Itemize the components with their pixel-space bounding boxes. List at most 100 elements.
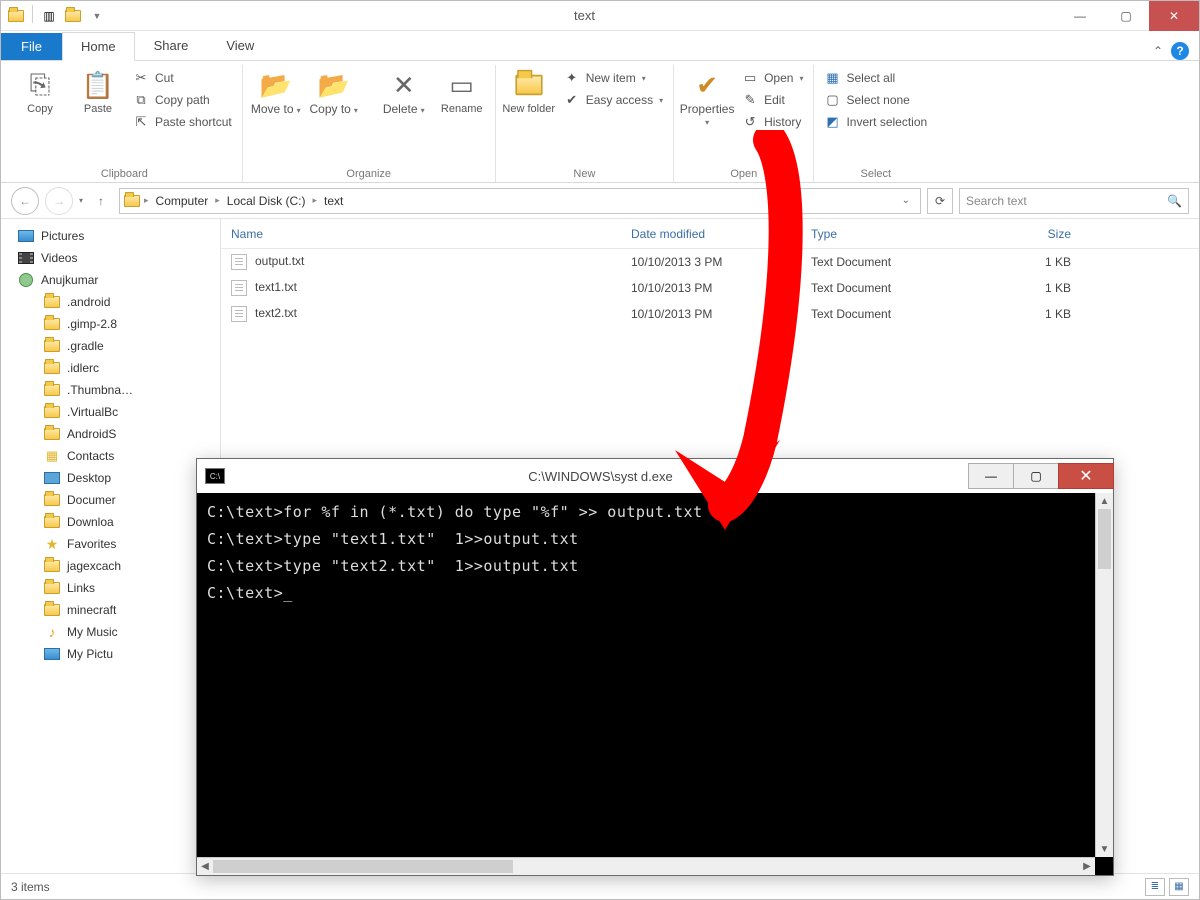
copy-path-icon: ⧉	[133, 92, 149, 108]
sidebar-item[interactable]: My Pictu	[1, 643, 220, 665]
file-row[interactable]: text1.txt10/10/2013 PMText Document1 KB	[221, 275, 1199, 301]
move-to-button[interactable]: 📂Move to ▾	[249, 65, 303, 116]
search-input[interactable]: Search text 🔍	[959, 188, 1189, 214]
scroll-thumb-horizontal[interactable]	[213, 860, 513, 873]
sidebar-item[interactable]: Pictures	[1, 225, 220, 247]
column-headers[interactable]: Name Date modified Type Size	[221, 219, 1199, 249]
scroll-thumb-vertical[interactable]	[1098, 509, 1111, 569]
cmd-titlebar[interactable]: C:\ C:\WINDOWS\syst d.exe — ▢ ✕	[197, 459, 1113, 493]
cmd-window[interactable]: C:\ C:\WINDOWS\syst d.exe — ▢ ✕ C:\text>…	[196, 458, 1114, 876]
folder-icon	[43, 602, 61, 618]
sidebar-item[interactable]: .gradle	[1, 335, 220, 357]
tab-view[interactable]: View	[207, 31, 273, 60]
tab-file[interactable]: File	[1, 33, 62, 60]
file-icon	[231, 254, 247, 270]
sidebar-item[interactable]: .gimp-2.8	[1, 313, 220, 335]
maximize-button[interactable]: ▢	[1103, 1, 1149, 31]
qat-dropdown-icon[interactable]: ▼	[86, 5, 108, 27]
view-icons-button[interactable]: ▦	[1169, 878, 1189, 896]
sidebar-item[interactable]: .idlerc	[1, 357, 220, 379]
breadcrumb[interactable]: Local Disk (C:)	[224, 194, 309, 208]
sidebar-item[interactable]: Videos	[1, 247, 220, 269]
sidebar-item[interactable]: ♪My Music	[1, 621, 220, 643]
sidebar-item[interactable]: Downloa	[1, 511, 220, 533]
scroll-right-icon[interactable]: ▶	[1079, 858, 1095, 875]
scroll-left-icon[interactable]: ◀	[197, 858, 213, 875]
sidebar-item[interactable]: Anujkumar	[1, 269, 220, 291]
qat-properties-icon[interactable]: ▥	[38, 5, 60, 27]
sidebar-item[interactable]: ▦Contacts	[1, 445, 220, 467]
history-dropdown-icon[interactable]: ▾	[79, 196, 83, 205]
cmd-maximize-button[interactable]: ▢	[1013, 463, 1059, 489]
sidebar[interactable]: Pictures VideosAnujkumar.android.gimp-2.8…	[1, 219, 221, 873]
close-button[interactable]: ✕	[1149, 1, 1199, 31]
qat-newfolder-icon[interactable]	[62, 5, 84, 27]
sidebar-item[interactable]: Links	[1, 577, 220, 599]
rename-button[interactable]: ▭Rename	[435, 65, 489, 115]
invert-selection-button[interactable]: ◩Invert selection	[820, 113, 931, 131]
minimize-button[interactable]: —	[1057, 1, 1103, 31]
sidebar-item[interactable]: .Thumbna…	[1, 379, 220, 401]
scroll-up-icon[interactable]: ▲	[1096, 493, 1113, 509]
file-size: 1 KB	[961, 307, 1081, 321]
paste-button[interactable]: 📋 Paste	[71, 65, 125, 115]
history-button[interactable]: ↺History	[738, 113, 807, 131]
delete-button[interactable]: ✕Delete ▾	[377, 65, 431, 116]
status-bar: 3 items ≣ ▦	[1, 873, 1199, 899]
select-all-icon: ▦	[824, 70, 840, 86]
sidebar-item[interactable]: Documer	[1, 489, 220, 511]
forward-button[interactable]: →	[45, 187, 73, 215]
col-type[interactable]: Type	[801, 227, 961, 241]
new-folder-button[interactable]: New folder	[502, 65, 556, 115]
file-row[interactable]: output.txt10/10/2013 3 PMText Document1 …	[221, 249, 1199, 275]
refresh-button[interactable]: ⟳	[927, 188, 953, 214]
help-icon[interactable]: ?	[1171, 42, 1189, 60]
col-date[interactable]: Date modified	[621, 227, 801, 241]
cmd-scrollbar-vertical[interactable]: ▲ ▼	[1095, 493, 1113, 857]
folder-icon	[43, 360, 61, 376]
properties-button[interactable]: ✔Properties ▾	[680, 65, 734, 128]
sidebar-item-label: Downloa	[67, 515, 114, 529]
file-row[interactable]: text2.txt10/10/2013 PMText Document1 KB	[221, 301, 1199, 327]
file-name: text2.txt	[255, 306, 297, 320]
sidebar-item[interactable]: AndroidS	[1, 423, 220, 445]
open-button[interactable]: ▭Open ▾	[738, 69, 807, 87]
sidebar-item[interactable]: minecraft	[1, 599, 220, 621]
minimize-ribbon-icon[interactable]: ⌃	[1153, 44, 1163, 58]
cut-button[interactable]: ✂Cut	[129, 69, 236, 87]
copy-path-button[interactable]: ⧉Copy path	[129, 91, 236, 109]
back-button[interactable]: ←	[11, 187, 39, 215]
edit-button[interactable]: ✎Edit	[738, 91, 807, 109]
cmd-close-button[interactable]: ✕	[1058, 463, 1114, 489]
address-folder-icon	[124, 195, 140, 207]
sidebar-item[interactable]: .android	[1, 291, 220, 313]
cmd-terminal[interactable]: C:\text>for %f in (*.txt) do type "%f" >…	[197, 493, 1113, 875]
new-item-button[interactable]: ✦New item ▾	[560, 69, 667, 87]
paste-shortcut-button[interactable]: ⇱Paste shortcut	[129, 113, 236, 131]
address-bar[interactable]: ▸ Computer▸ Local Disk (C:)▸ text ⌄	[119, 188, 921, 214]
copy-button[interactable]: ⎘ Copy	[13, 65, 67, 115]
cmd-minimize-button[interactable]: —	[968, 463, 1014, 489]
new-folder-icon	[513, 69, 545, 101]
easy-access-button[interactable]: ✔Easy access ▾	[560, 91, 667, 109]
view-details-button[interactable]: ≣	[1145, 878, 1165, 896]
sidebar-item[interactable]: jagexcach	[1, 555, 220, 577]
sidebar-item-label: Pictures	[41, 229, 84, 243]
select-none-button[interactable]: ▢Select none	[820, 91, 931, 109]
tab-share[interactable]: Share	[135, 31, 208, 60]
file-size: 1 KB	[961, 281, 1081, 295]
tab-home[interactable]: Home	[62, 32, 135, 61]
col-name[interactable]: Name	[221, 227, 621, 241]
breadcrumb[interactable]: text	[321, 194, 346, 208]
copy-to-button[interactable]: 📂Copy to ▾	[307, 65, 361, 116]
select-all-button[interactable]: ▦Select all	[820, 69, 931, 87]
col-size[interactable]: Size	[961, 227, 1081, 241]
up-button[interactable]: ↑	[89, 189, 113, 213]
cmd-scrollbar-horizontal[interactable]: ◀ ▶	[197, 857, 1095, 875]
sidebar-item[interactable]: ★Favorites	[1, 533, 220, 555]
scroll-down-icon[interactable]: ▼	[1096, 841, 1113, 857]
breadcrumb[interactable]: Computer	[153, 194, 212, 208]
address-dropdown-icon[interactable]: ⌄	[896, 195, 916, 206]
sidebar-item[interactable]: Desktop	[1, 467, 220, 489]
sidebar-item[interactable]: .VirtualBc	[1, 401, 220, 423]
